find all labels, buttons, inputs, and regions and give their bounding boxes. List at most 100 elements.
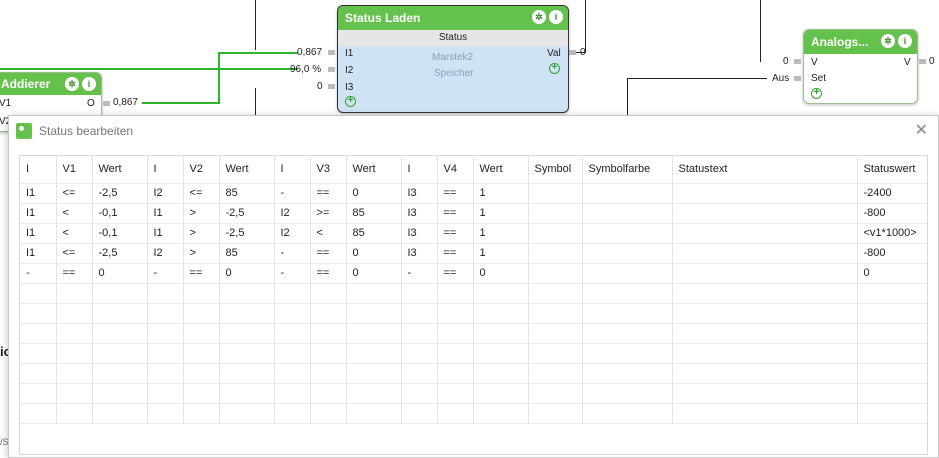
table-row-empty[interactable]	[20, 363, 927, 384]
table-cell[interactable]	[274, 323, 311, 344]
table-cell[interactable]	[56, 403, 93, 424]
table-cell[interactable]	[672, 363, 858, 384]
table-cell[interactable]	[310, 303, 347, 324]
table-cell[interactable]: I3	[401, 223, 438, 244]
table-cell[interactable]: -	[274, 263, 311, 284]
column-header[interactable]: Symbol	[528, 156, 583, 184]
table-row-empty[interactable]	[20, 323, 927, 344]
table-cell[interactable]	[346, 303, 402, 324]
table-cell[interactable]: 1	[473, 203, 529, 224]
table-cell[interactable]	[437, 403, 474, 424]
table-cell[interactable]: I3	[401, 243, 438, 264]
column-header[interactable]: I	[401, 156, 438, 184]
table-cell[interactable]	[528, 263, 583, 284]
table-cell[interactable]	[346, 403, 402, 424]
input-pin[interactable]	[328, 50, 335, 55]
table-cell[interactable]	[672, 283, 858, 304]
table-cell[interactable]: -2400	[857, 183, 927, 204]
table-cell[interactable]	[147, 303, 184, 324]
table-cell[interactable]	[672, 343, 858, 364]
table-cell[interactable]	[92, 383, 148, 404]
table-cell[interactable]	[56, 303, 93, 324]
column-header[interactable]: V4	[437, 156, 474, 184]
table-cell[interactable]: I2	[274, 203, 311, 224]
table-cell[interactable]	[183, 383, 220, 404]
table-row-empty[interactable]	[20, 283, 927, 304]
table-cell[interactable]	[672, 183, 858, 204]
table-cell[interactable]: I3	[401, 183, 438, 204]
table-row[interactable]: I1 < -0,1 I1 > -2,5 I2 <85 I3 == 1 <v1*1000>	[20, 223, 927, 244]
table-cell[interactable]	[183, 323, 220, 344]
table-cell[interactable]	[582, 363, 673, 384]
table-row[interactable]: I1 <= -2,5 I2 <= 85- == 0 I3 == 1 -2400	[20, 183, 927, 204]
input-pin[interactable]	[328, 84, 335, 89]
table-cell[interactable]	[147, 283, 184, 304]
table-cell[interactable]	[20, 323, 57, 344]
table-cell[interactable]	[274, 343, 311, 364]
table-cell[interactable]: -2,5	[219, 223, 275, 244]
table-cell[interactable]	[20, 343, 57, 364]
column-header[interactable]: V1	[56, 156, 93, 184]
table-cell[interactable]: 1	[473, 243, 529, 264]
table-cell[interactable]	[401, 343, 438, 364]
table-cell[interactable]: I2	[274, 223, 311, 244]
table-cell[interactable]	[528, 183, 583, 204]
table-cell[interactable]: I2	[147, 243, 184, 264]
table-cell[interactable]	[183, 343, 220, 364]
table-cell[interactable]: I1	[20, 243, 57, 264]
table-row-empty[interactable]	[20, 343, 927, 364]
table-cell[interactable]	[20, 283, 57, 304]
table-cell[interactable]	[857, 363, 927, 384]
table-cell[interactable]: <	[310, 223, 347, 244]
table-cell[interactable]	[582, 263, 673, 284]
table-cell[interactable]	[401, 403, 438, 424]
table-cell[interactable]: 85	[219, 243, 275, 264]
column-header[interactable]: V3	[310, 156, 347, 184]
column-header[interactable]: V2	[183, 156, 220, 184]
add-input-icon[interactable]: +	[811, 88, 822, 99]
table-cell[interactable]	[857, 403, 927, 424]
table-cell[interactable]	[274, 303, 311, 324]
column-header[interactable]: Symbolfarbe	[582, 156, 673, 184]
table-cell[interactable]	[672, 263, 858, 284]
table-cell[interactable]	[219, 363, 275, 384]
table-cell[interactable]	[582, 323, 673, 344]
table-cell[interactable]	[401, 363, 438, 384]
table-cell[interactable]: 0	[346, 183, 402, 204]
table-cell[interactable]	[310, 403, 347, 424]
table-cell[interactable]: ==	[310, 263, 347, 284]
table-cell[interactable]	[92, 283, 148, 304]
table-cell[interactable]	[528, 403, 583, 424]
table-cell[interactable]	[857, 383, 927, 404]
table-cell[interactable]	[56, 323, 93, 344]
table-cell[interactable]	[672, 403, 858, 424]
table-cell[interactable]	[672, 383, 858, 404]
table-cell[interactable]	[582, 343, 673, 364]
table-cell[interactable]: >=	[310, 203, 347, 224]
table-row-empty[interactable]	[20, 403, 927, 424]
table-row-empty[interactable]	[20, 383, 927, 404]
table-cell[interactable]	[219, 303, 275, 324]
output-pin[interactable]	[103, 101, 110, 106]
add-input-icon[interactable]: +	[345, 96, 356, 107]
table-cell[interactable]	[219, 383, 275, 404]
table-cell[interactable]	[310, 363, 347, 384]
table-cell[interactable]	[346, 363, 402, 384]
table-cell[interactable]	[528, 383, 583, 404]
table-cell[interactable]	[147, 403, 184, 424]
table-cell[interactable]: <=	[56, 183, 93, 204]
table-cell[interactable]: ==	[437, 183, 474, 204]
status-table-container[interactable]: I V1 Wert I V2 Wert I V3 Wert I V4 Wert Symbol Symbol…	[19, 155, 928, 455]
table-cell[interactable]: I2	[147, 183, 184, 204]
table-cell[interactable]: 85	[219, 183, 275, 204]
table-cell[interactable]	[310, 323, 347, 344]
table-cell[interactable]	[473, 283, 529, 304]
table-cell[interactable]	[528, 203, 583, 224]
column-header[interactable]: Statuswert	[857, 156, 927, 184]
table-cell[interactable]: >	[183, 243, 220, 264]
info-icon[interactable]: i	[898, 34, 912, 48]
table-cell[interactable]: ==	[310, 183, 347, 204]
table-cell[interactable]	[437, 323, 474, 344]
table-cell[interactable]	[310, 383, 347, 404]
table-cell[interactable]: 0	[346, 263, 402, 284]
